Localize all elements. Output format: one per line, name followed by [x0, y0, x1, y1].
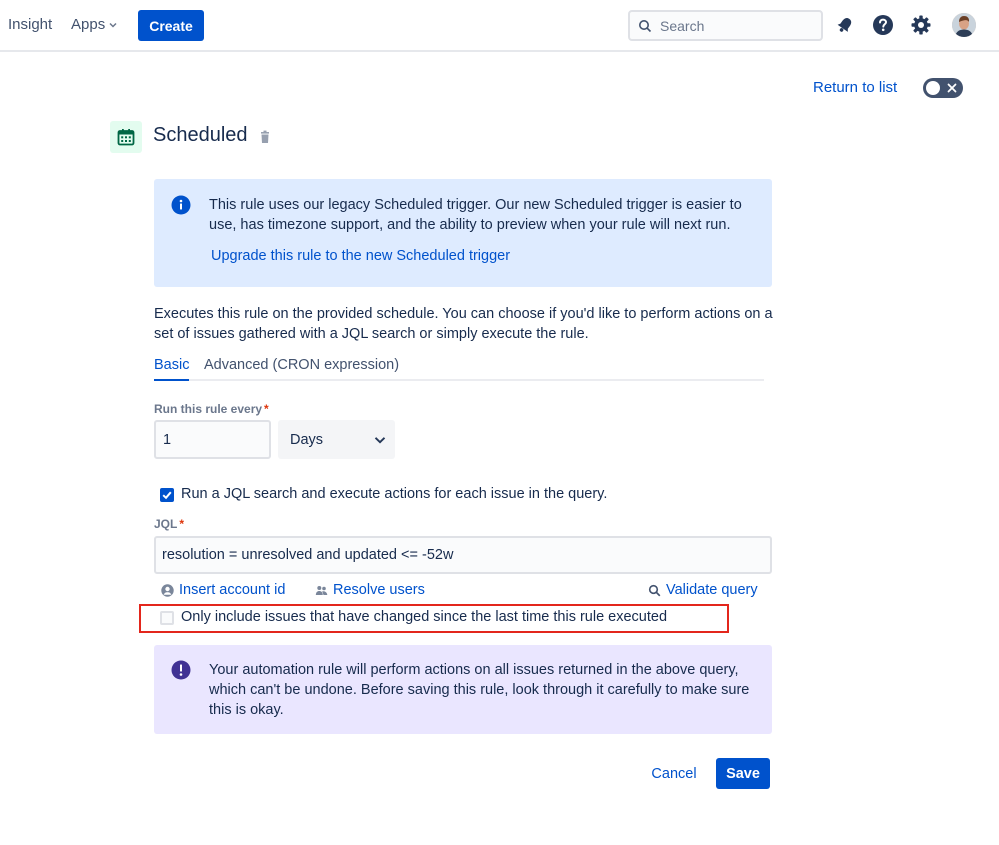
tab-advanced-cron[interactable]: Advanced (CRON expression) — [204, 357, 399, 373]
return-to-list-link[interactable]: Return to list — [813, 79, 897, 96]
help-button[interactable] — [871, 13, 895, 37]
jql-input[interactable] — [154, 536, 772, 574]
required-indicator: * — [179, 517, 185, 531]
check-icon — [162, 491, 172, 500]
info-icon — [171, 195, 191, 215]
nav-apps-label: Apps — [71, 16, 106, 33]
scheduled-trigger-badge — [110, 121, 142, 153]
jql-label-text: JQL — [154, 517, 178, 531]
notifications-button[interactable] — [833, 13, 857, 37]
settings-button[interactable] — [909, 13, 933, 37]
resolve-users-link[interactable]: Resolve users — [315, 582, 425, 598]
schedule-tabs: Basic Advanced (CRON expression) — [154, 357, 764, 381]
people-icon — [315, 585, 328, 595]
gear-icon — [911, 15, 931, 35]
help-icon — [873, 15, 893, 35]
run-jql-checkbox[interactable] — [160, 488, 174, 502]
run-every-label-text: Run this rule every — [154, 402, 263, 416]
chevron-down-icon — [109, 22, 117, 28]
interval-unit-select[interactable]: Days — [278, 420, 395, 459]
search-input[interactable] — [660, 17, 810, 34]
warning-message: Your automation rule will perform action… — [209, 662, 750, 718]
save-button[interactable]: Save — [716, 758, 770, 789]
nav-insight-link[interactable]: Insight — [8, 16, 52, 33]
avatar[interactable] — [952, 13, 976, 37]
toggle-knob — [926, 81, 940, 95]
resolve-users-label: Resolve users — [333, 582, 425, 598]
required-indicator: * — [264, 402, 269, 416]
close-icon — [947, 83, 957, 93]
run-every-input[interactable] — [154, 420, 271, 459]
user-icon — [161, 583, 174, 597]
info-message: This rule uses our legacy Scheduled trig… — [209, 197, 742, 233]
validate-query-label: Validate query — [666, 582, 758, 598]
legacy-trigger-info-panel: This rule uses our legacy Scheduled trig… — [154, 179, 772, 287]
tab-basic[interactable]: Basic — [154, 357, 190, 381]
only-changed-checkbox-label[interactable]: Only include issues that have changed si… — [181, 609, 667, 625]
insert-account-id-link[interactable]: Insert account id — [161, 582, 285, 598]
only-changed-checkbox[interactable] — [160, 611, 174, 625]
bell-icon — [837, 18, 852, 32]
jql-label: JQL * — [154, 517, 184, 531]
trigger-description: Executes this rule on the provided sched… — [154, 306, 773, 342]
insert-account-id-label: Insert account id — [179, 582, 286, 598]
user-avatar-image — [952, 13, 976, 37]
interval-unit-value: Days — [290, 431, 324, 448]
cancel-button[interactable]: Cancel — [645, 758, 703, 789]
page-title: Scheduled — [153, 124, 248, 146]
upgrade-trigger-link[interactable]: Upgrade this rule to the new Scheduled t… — [211, 248, 510, 264]
chevron-down-icon — [374, 437, 386, 444]
top-navigation: Insight Apps Create — [0, 0, 999, 52]
run-every-label: Run this rule every * — [154, 402, 269, 416]
search-icon — [639, 19, 652, 32]
validate-query-link[interactable]: Validate query — [648, 582, 758, 598]
search-icon — [648, 584, 661, 596]
trash-icon[interactable] — [258, 130, 272, 144]
automation-warning-panel: Your automation rule will perform action… — [154, 645, 772, 734]
nav-apps-dropdown[interactable]: Apps — [71, 16, 118, 33]
rule-enabled-toggle[interactable] — [923, 78, 963, 98]
run-jql-checkbox-label[interactable]: Run a JQL search and execute actions for… — [181, 486, 607, 502]
warning-icon — [171, 660, 191, 680]
search-field[interactable] — [628, 10, 823, 41]
calendar-icon — [117, 129, 135, 146]
create-button[interactable]: Create — [138, 10, 204, 41]
